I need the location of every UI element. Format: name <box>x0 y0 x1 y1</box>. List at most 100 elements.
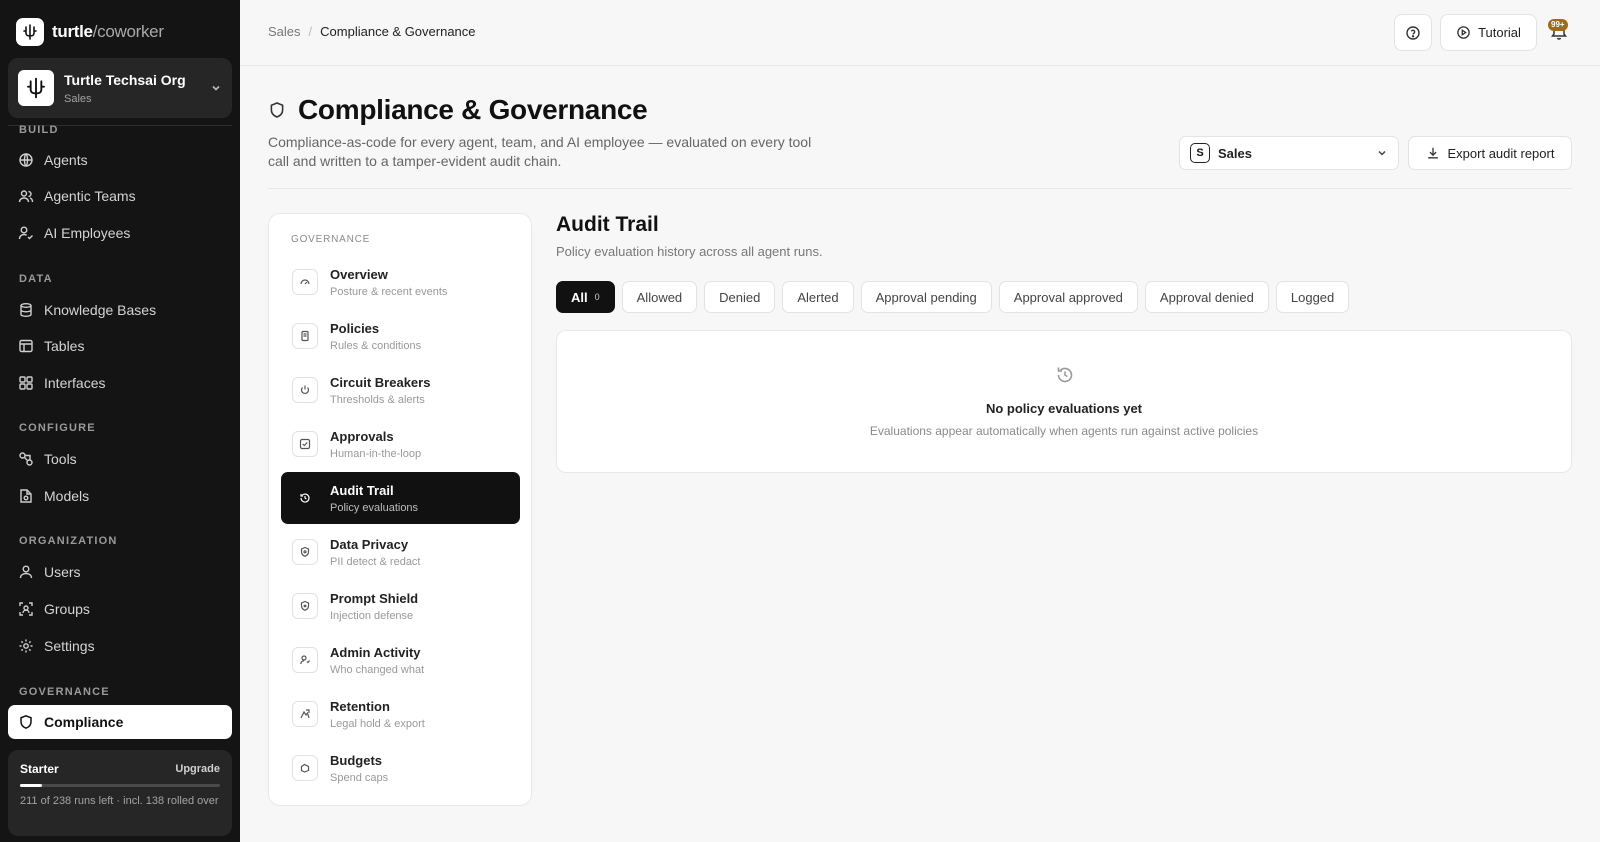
export-audit-report-button[interactable]: Export audit report <box>1408 136 1572 170</box>
sidebar-item-agentic-teams[interactable]: Agentic Teams <box>8 179 232 213</box>
help-button[interactable] <box>1394 14 1432 51</box>
sidebar-item-knowledge-bases[interactable]: Knowledge Bases <box>8 293 232 327</box>
sidebar-item-tools[interactable]: Tools <box>8 442 232 476</box>
governance-item-overview[interactable]: Overview Posture & recent events <box>281 256 520 308</box>
sidebar-item-agents[interactable]: Agents <box>8 143 232 177</box>
governance-item-sub: Policy evaluations <box>330 501 419 514</box>
empty-state-subtitle: Evaluations appear automatically when ag… <box>869 424 1259 438</box>
power-icon <box>292 377 318 403</box>
empty-state: No policy evaluations yet Evaluations ap… <box>556 330 1572 473</box>
filter-label: Allowed <box>636 289 683 305</box>
upgrade-link[interactable]: Upgrade <box>175 763 220 775</box>
filter-all[interactable]: All 0 <box>556 281 615 313</box>
filter-label: Approval approved <box>1013 289 1123 305</box>
user-check-icon <box>18 226 33 240</box>
sidebar-item-label: Tools <box>44 451 77 467</box>
nav-section-configure: CONFIGURE <box>19 422 96 434</box>
governance-item-sub: Posture & recent events <box>330 285 448 298</box>
archive-icon <box>292 701 318 727</box>
scope-select[interactable]: S Sales <box>1179 136 1399 170</box>
governance-item-label: Prompt Shield <box>330 590 419 606</box>
sidebar-item-label: Interfaces <box>44 375 106 391</box>
governance-item-admin-activity[interactable]: Admin Activity Who changed what <box>281 634 520 686</box>
sidebar: turtle/coworker Turtle Techsai Org Sales… <box>0 0 240 842</box>
sidebar-item-models[interactable]: Models <box>8 479 232 513</box>
governance-item-approvals[interactable]: Approvals Human-in-the-loop <box>281 418 520 470</box>
shield-icon <box>20 714 32 729</box>
sidebar-item-label: Models <box>44 488 90 504</box>
gauge-icon <box>292 269 318 295</box>
filter-label: Denied <box>719 289 761 305</box>
filter-allowed[interactable]: Allowed <box>621 281 698 313</box>
governance-item-label: Overview <box>330 266 388 282</box>
governance-nav: GOVERNANCE Overview Posture & recent even… <box>268 213 532 806</box>
sidebar-item-label: Compliance <box>44 714 124 730</box>
chevron-down-icon <box>212 85 220 91</box>
notification-badge: 99+ <box>1548 19 1568 31</box>
plan-card: Starter Upgrade 211 of 238 runs left · i… <box>8 750 232 836</box>
org-switcher[interactable]: Turtle Techsai Org Sales <box>8 58 232 118</box>
filter-bar: All 0 Allowed Denied Alerted Approval pe… <box>556 281 1350 313</box>
empty-state-title: No policy evaluations yet <box>985 401 1143 416</box>
admin-user-icon <box>292 647 318 673</box>
play-circle-icon <box>1457 26 1470 39</box>
sidebar-item-compliance[interactable]: Compliance <box>8 705 232 739</box>
sidebar-item-settings[interactable]: Settings <box>8 629 232 663</box>
governance-item-sub: PII detect & redact <box>330 555 421 568</box>
governance-item-circuit-breakers[interactable]: Circuit Breakers Thresholds & alerts <box>281 364 520 416</box>
group-icon <box>19 602 33 616</box>
user-icon <box>19 565 33 579</box>
brand-name: turtle/coworker <box>52 22 164 41</box>
org-logo-icon <box>18 70 54 106</box>
tools-icon <box>19 452 33 466</box>
org-name: Turtle Techsai Org <box>64 71 186 88</box>
governance-item-label: Retention <box>330 698 390 714</box>
governance-item-policies[interactable]: Policies Rules & conditions <box>281 310 520 362</box>
section-subtitle: Policy evaluation history across all age… <box>556 244 823 259</box>
users-icon <box>18 190 34 203</box>
governance-item-label: Approvals <box>330 428 394 444</box>
governance-item-budgets[interactable]: Budgets Spend caps <box>281 742 520 794</box>
tutorial-button[interactable]: Tutorial <box>1440 14 1537 51</box>
filter-denied[interactable]: Denied <box>704 281 776 313</box>
filter-approval-approved[interactable]: Approval approved <box>998 281 1138 313</box>
scope-avatar: S <box>1190 143 1210 163</box>
breadcrumb-separator: / <box>308 24 313 39</box>
help-circle-icon <box>1406 25 1420 40</box>
sidebar-item-interfaces[interactable]: Interfaces <box>8 366 232 400</box>
sidebar-item-ai-employees[interactable]: AI Employees <box>8 216 232 250</box>
breadcrumb-link-sales[interactable]: Sales <box>268 24 301 39</box>
org-team: Sales <box>64 92 92 105</box>
filter-logged[interactable]: Logged <box>1275 281 1350 313</box>
sidebar-item-label: Settings <box>44 638 95 654</box>
nav-section-build: BUILD <box>19 124 59 136</box>
page-title: Compliance & Governance <box>298 94 648 125</box>
governance-item-sub: Rules & conditions <box>330 339 422 352</box>
filter-approval-denied[interactable]: Approval denied <box>1144 281 1269 313</box>
sidebar-item-label: Agents <box>44 152 88 168</box>
filter-label: Approval denied <box>1159 289 1254 305</box>
sidebar-item-label: Groups <box>44 601 90 617</box>
governance-item-prompt-shield[interactable]: Prompt Shield Injection defense <box>281 580 520 632</box>
governance-item-label: Data Privacy <box>330 536 409 552</box>
page-header: Compliance & Governance <box>268 94 648 126</box>
governance-item-retention[interactable]: Retention Legal hold & export <box>281 688 520 740</box>
sidebar-item-label: AI Employees <box>44 225 131 241</box>
sidebar-item-label: Tables <box>44 338 85 354</box>
globe-icon <box>19 153 33 167</box>
filter-approval-pending[interactable]: Approval pending <box>860 281 992 313</box>
sidebar-item-groups[interactable]: Groups <box>8 592 232 626</box>
sidebar-item-tables[interactable]: Tables <box>8 329 232 363</box>
plan-name: Starter <box>20 762 59 776</box>
filter-label: Alerted <box>797 289 839 305</box>
filter-alerted[interactable]: Alerted <box>782 281 854 313</box>
sidebar-item-users[interactable]: Users <box>8 555 232 589</box>
governance-item-audit-trail[interactable]: Audit Trail Policy evaluations <box>281 472 520 524</box>
turtle-logo-icon <box>16 18 44 46</box>
governance-nav-title: GOVERNANCE <box>291 234 371 245</box>
governance-item-data-privacy[interactable]: Data Privacy PII detect & redact <box>281 526 520 578</box>
filter-label: All <box>571 289 588 305</box>
sidebar-item-label: Users <box>44 564 81 580</box>
app-logo[interactable]: turtle/coworker <box>16 17 164 47</box>
export-label: Export audit report <box>1447 145 1555 161</box>
